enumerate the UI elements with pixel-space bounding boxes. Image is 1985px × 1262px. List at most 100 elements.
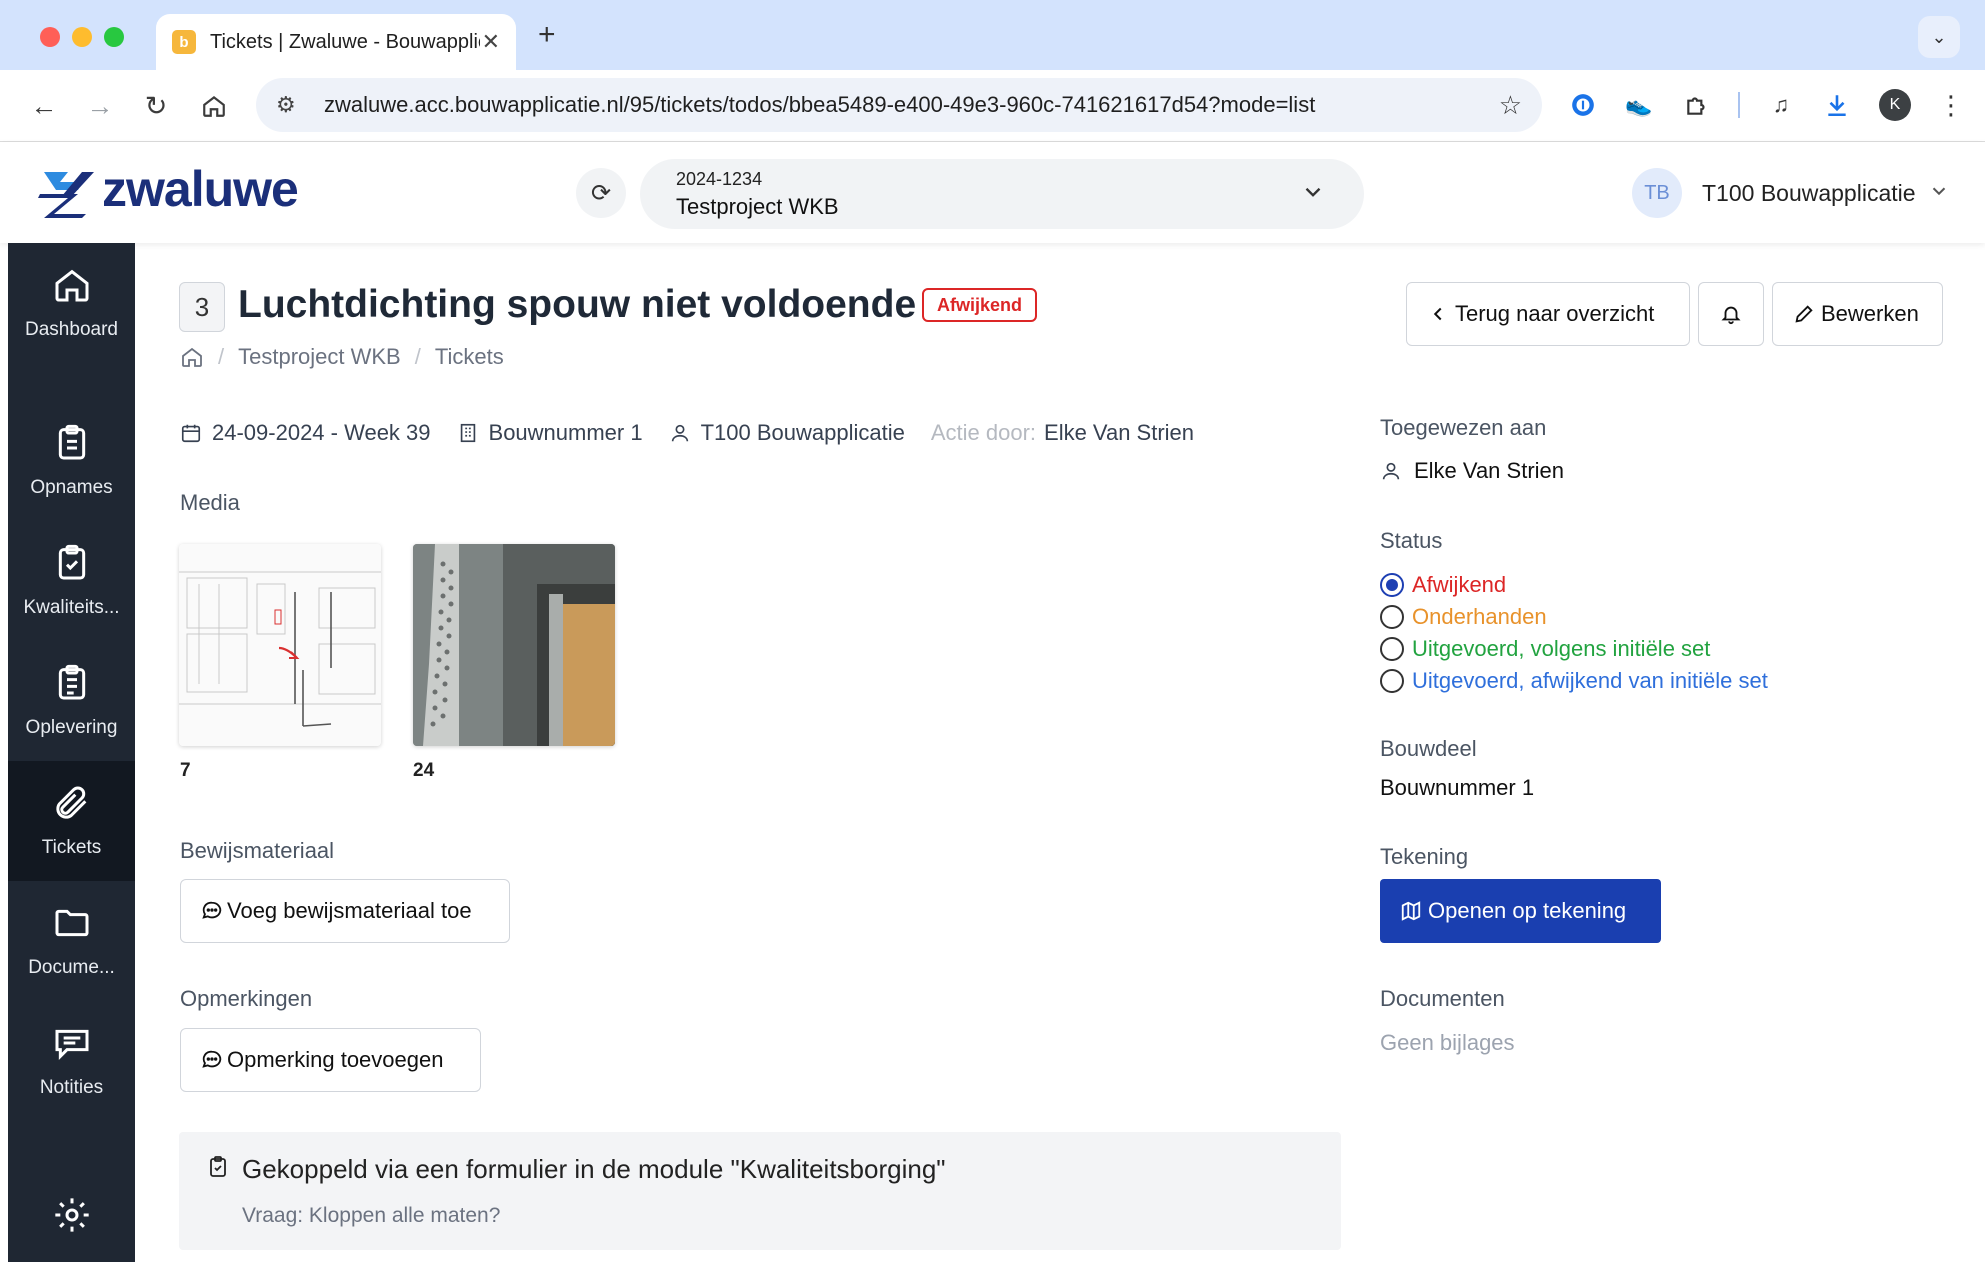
sync-icon[interactable]: ⟳	[576, 168, 626, 218]
browser-tab[interactable]: b Tickets | Zwaluwe - Bouwapplicatie ✕	[156, 14, 516, 70]
sidebar-item-oplevering[interactable]: Oplevering	[8, 641, 135, 761]
sidebar: Dashboard Opnames Kwaliteits... Opleveri…	[8, 243, 135, 1262]
status-badge: Afwijkend	[922, 288, 1038, 322]
user-icon	[671, 424, 688, 442]
breadcrumb-project[interactable]: Testproject WKB	[238, 344, 401, 370]
pencil-icon	[1795, 305, 1813, 323]
assigned-to-label: Toegewezen aan	[1380, 415, 1547, 440]
reload-icon[interactable]: ↻	[134, 84, 178, 128]
message-icon	[55, 1029, 88, 1060]
sidebar-item-label: Tickets	[41, 837, 102, 858]
back-to-overview-button[interactable]: Terug naar overzicht	[1406, 282, 1690, 346]
window-zoom-button[interactable]	[104, 27, 124, 47]
sidebar-item-dashboard[interactable]: Dashboard	[8, 243, 135, 363]
comment-icon	[202, 1050, 222, 1068]
add-remark-button[interactable]: Opmerking toevoegen	[180, 1028, 481, 1092]
bookmark-star-icon[interactable]: ☆	[1499, 90, 1522, 121]
status-option-label: Uitgevoerd, volgens initiële set	[1412, 636, 1711, 661]
address-bar[interactable]: ⚙ zwaluwe.acc.bouwapplicatie.nl/95/ticke…	[256, 78, 1542, 132]
media-queue-icon[interactable]: ♫	[1762, 86, 1800, 124]
profile-avatar[interactable]: K	[1876, 86, 1914, 124]
chevron-left-icon	[1433, 307, 1442, 321]
status-option-onderhanden[interactable]: Onderhanden	[1380, 604, 1547, 630]
map-icon	[1401, 901, 1421, 921]
tab-search-chevron-icon[interactable]: ⌄	[1918, 16, 1960, 58]
media-thumbnail-photo[interactable]	[413, 544, 615, 746]
status-option-label: Afwijkend	[1412, 572, 1507, 597]
page-title: Luchtdichting spouw niet voldoende	[238, 283, 917, 326]
breadcrumb-separator: /	[218, 344, 225, 369]
zwaluwe-logo-icon[interactable]	[38, 168, 96, 218]
calendar-icon	[181, 424, 201, 443]
clipboard-check-icon	[58, 544, 85, 580]
paperclip-icon	[55, 786, 86, 819]
meta-build-number: Bouwnummer 1	[457, 420, 643, 446]
action-by-label: Actie door:	[930, 420, 1037, 445]
bell-icon	[1721, 306, 1741, 325]
edit-button[interactable]: Bewerken	[1772, 282, 1943, 346]
linked-form-title: Gekoppeld via een formulier in de module…	[242, 1154, 946, 1184]
status-radio[interactable]	[1380, 669, 1404, 693]
sidebar-item-label: Oplevering	[25, 717, 118, 738]
folder-icon	[55, 909, 88, 937]
url-text: zwaluwe.acc.bouwapplicatie.nl/95/tickets…	[324, 92, 1316, 117]
sidebar-item-kwaliteitsborging[interactable]: Kwaliteits...	[8, 521, 135, 641]
logo-text[interactable]: zwaluwe	[102, 160, 299, 218]
floor-plan-image	[179, 544, 381, 746]
sidebar-item-label: Notities	[39, 1077, 104, 1098]
comment-icon	[202, 901, 222, 919]
status-radio[interactable]	[1380, 573, 1404, 597]
media-thumbnail-drawing[interactable]	[179, 544, 381, 746]
status-option-afwijkend[interactable]: Afwijkend	[1380, 572, 1506, 598]
assigned-to-value: Elke Van Strien	[1380, 458, 1564, 484]
linked-form-question: Vraag: Kloppen alle maten?	[242, 1204, 501, 1227]
browser-menu-icon[interactable]: ⋮	[1932, 86, 1970, 124]
site-photo-image	[413, 544, 615, 746]
breadcrumb-home-icon[interactable]	[180, 345, 204, 369]
status-radio[interactable]	[1380, 605, 1404, 629]
open-on-drawing-button[interactable]: Openen op tekening	[1380, 879, 1661, 943]
sidebar-item-label: Docume...	[28, 957, 115, 978]
sidebar-item-tickets[interactable]: Tickets	[8, 761, 135, 881]
linked-form-panel	[179, 1132, 1341, 1250]
project-code: 2024-1234	[676, 168, 763, 189]
toolbar-divider	[1738, 92, 1740, 118]
sidebar-item-documenten[interactable]: Docume...	[8, 881, 135, 1001]
password-manager-icon[interactable]	[1564, 86, 1602, 124]
site-settings-icon[interactable]: ⚙	[276, 92, 306, 118]
add-remark-label: Opmerking toevoegen	[227, 1047, 444, 1072]
clipboard-icon	[58, 424, 85, 460]
sidebar-item-settings[interactable]	[8, 1195, 135, 1255]
status-option-uitgevoerd-afwijkend[interactable]: Uitgevoerd, afwijkend van initiële set	[1380, 668, 1768, 694]
close-tab-icon[interactable]: ✕	[482, 29, 500, 55]
status-option-uitgevoerd-volgens[interactable]: Uitgevoerd, volgens initiële set	[1380, 636, 1710, 662]
sidebar-item-opnames[interactable]: Opnames	[8, 401, 135, 521]
add-evidence-label: Voeg bewijsmateriaal toe	[227, 898, 472, 923]
tab-title: Tickets | Zwaluwe - Bouwapplicatie	[210, 30, 480, 53]
project-selector[interactable]: 2024-1234 Testproject WKB	[640, 159, 1364, 229]
sidebar-item-notities[interactable]: Notities	[8, 1001, 135, 1121]
window-close-button[interactable]	[40, 27, 60, 47]
back-arrow-icon[interactable]: ←	[22, 84, 66, 128]
remarks-label: Opmerkingen	[180, 986, 313, 1011]
documents-value: Geen bijlages	[1380, 1030, 1515, 1055]
user-avatar[interactable]: TB	[1632, 168, 1682, 218]
new-tab-icon[interactable]: +	[538, 18, 556, 52]
forward-arrow-icon[interactable]: →	[78, 84, 122, 128]
open-on-drawing-label: Openen op tekening	[1428, 898, 1627, 923]
download-icon[interactable]	[1818, 86, 1856, 124]
breadcrumb-separator: /	[414, 344, 421, 369]
edit-button-label: Bewerken	[1821, 301, 1919, 326]
add-evidence-button[interactable]: Voeg bewijsmateriaal toe	[180, 879, 510, 943]
extensions-puzzle-icon[interactable]	[1678, 86, 1716, 124]
notification-bell-button[interactable]	[1698, 282, 1764, 346]
status-radio[interactable]	[1380, 637, 1404, 661]
ticket-meta-row: 24-09-2024 - Week 39 Bouwnummer 1 T100 B…	[180, 420, 1220, 446]
user-menu-chevron-icon[interactable]	[1928, 180, 1950, 202]
breadcrumb-tickets[interactable]: Tickets	[435, 344, 504, 370]
home-icon[interactable]	[192, 84, 236, 128]
window-minimize-button[interactable]	[72, 27, 92, 47]
status-option-label: Onderhanden	[1412, 604, 1547, 629]
user-name[interactable]: T100 Bouwapplicatie	[1702, 180, 1916, 207]
extension-icon[interactable]: 👟	[1620, 86, 1658, 124]
